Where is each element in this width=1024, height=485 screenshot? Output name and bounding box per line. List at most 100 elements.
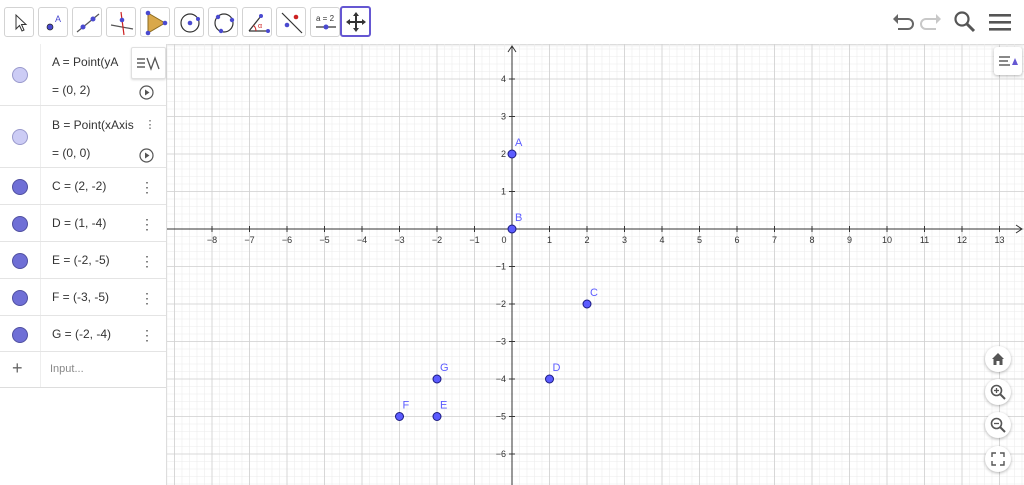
x-tick-label: 1 bbox=[547, 235, 552, 245]
undo-button[interactable] bbox=[889, 8, 917, 36]
point-label-B: B bbox=[515, 212, 522, 224]
point-A bbox=[507, 149, 517, 159]
x-tick-label: 5 bbox=[697, 235, 702, 245]
search-button[interactable] bbox=[951, 8, 979, 36]
x-tick-label: 11 bbox=[920, 235, 929, 245]
zoom-out-icon bbox=[990, 417, 1006, 433]
definition-text: B = Point(xAxis bbox=[52, 118, 134, 132]
more-options-icon[interactable]: ⋮ bbox=[140, 328, 154, 342]
redo-button[interactable] bbox=[917, 8, 945, 36]
algebra-item-E[interactable]: E = (-2, -5) ⋮ bbox=[0, 242, 166, 279]
plus-icon: + bbox=[12, 358, 23, 378]
value-text: = (0, 0) bbox=[52, 146, 91, 160]
algebra-style-bar-button[interactable] bbox=[131, 47, 166, 79]
algebra-item-D[interactable]: D = (1, -4) ⋮ bbox=[0, 205, 166, 242]
y-tick-label: −2 bbox=[496, 299, 506, 309]
x-tick-label: −7 bbox=[244, 235, 254, 245]
hamburger-menu-icon bbox=[989, 14, 1011, 31]
point-label-G: G bbox=[440, 362, 449, 374]
algebra-item-G[interactable]: G = (-2, -4) ⋮ bbox=[0, 316, 166, 352]
more-options-icon[interactable]: ⋮ bbox=[140, 291, 154, 305]
more-options-icon[interactable]: ⋮ bbox=[140, 217, 154, 231]
zoom-out-button[interactable] bbox=[985, 412, 1011, 438]
visibility-marble[interactable] bbox=[12, 253, 28, 269]
algebra-item-F[interactable]: F = (-3, -5) ⋮ bbox=[0, 279, 166, 316]
move-tool[interactable] bbox=[4, 7, 34, 37]
algebra-item-C[interactable]: C = (2, -2) ⋮ bbox=[0, 168, 166, 205]
algebra-item-B[interactable]: B = Point(xAxis = (0, 0) ⋮ bbox=[0, 106, 166, 168]
reflect-about-line-tool[interactable] bbox=[276, 7, 306, 37]
x-tick-label: 0 bbox=[501, 235, 506, 245]
point-D bbox=[545, 374, 554, 384]
circle-center-point-tool[interactable] bbox=[174, 7, 204, 37]
x-tick-label: 12 bbox=[957, 235, 967, 245]
visibility-marble[interactable] bbox=[12, 129, 28, 145]
point-E bbox=[432, 412, 442, 421]
move-arrows-icon bbox=[346, 12, 366, 32]
move-graphics-view-tool[interactable] bbox=[340, 6, 371, 37]
algebra-view: A = Point(yA = (0, 2) B = Point(xAxis = … bbox=[0, 44, 167, 485]
visibility-marble[interactable] bbox=[12, 216, 28, 232]
x-tick-label: 8 bbox=[809, 235, 814, 245]
point-tool[interactable]: A bbox=[38, 7, 68, 37]
angle-tool[interactable]: α bbox=[242, 7, 272, 37]
svg-text:a = 2: a = 2 bbox=[316, 14, 335, 23]
visibility-marble[interactable] bbox=[12, 179, 28, 195]
standard-view-button[interactable] bbox=[985, 346, 1011, 372]
y-tick-label: 4 bbox=[501, 74, 506, 84]
x-tick-label: −6 bbox=[282, 235, 292, 245]
perpendicular-line-tool[interactable] bbox=[106, 7, 136, 37]
sort-description-icon bbox=[137, 56, 160, 71]
perpendicular-line-icon bbox=[110, 11, 134, 36]
definition-text: E = (-2, -5) bbox=[52, 253, 110, 267]
x-tick-label: −5 bbox=[319, 235, 329, 245]
graphics-style-bar-button[interactable] bbox=[994, 47, 1022, 75]
visibility-marble[interactable] bbox=[12, 290, 28, 306]
x-tick-label: −8 bbox=[207, 235, 217, 245]
play-icon[interactable] bbox=[139, 148, 154, 163]
point-F bbox=[395, 412, 404, 421]
definition-text: F = (-3, -5) bbox=[52, 290, 110, 304]
polygon-tool[interactable] bbox=[140, 7, 170, 37]
line-tool[interactable] bbox=[72, 7, 102, 37]
polygon-icon bbox=[145, 10, 168, 36]
more-options-icon[interactable]: ⋮ bbox=[140, 254, 154, 268]
more-options-icon[interactable]: ⋮ bbox=[140, 180, 154, 194]
y-tick-label: −1 bbox=[496, 262, 506, 272]
fullscreen-button[interactable] bbox=[985, 446, 1011, 472]
definition-text: G = (-2, -4) bbox=[52, 327, 112, 341]
definition-text: D = (1, -4) bbox=[52, 216, 107, 230]
x-tick-label: 10 bbox=[882, 235, 892, 245]
fullscreen-icon bbox=[991, 452, 1005, 466]
y-tick-label: 2 bbox=[501, 149, 506, 159]
play-icon[interactable] bbox=[139, 85, 154, 100]
point-label-D: D bbox=[553, 362, 561, 374]
x-tick-label: −3 bbox=[394, 235, 404, 245]
input-field[interactable]: Input... bbox=[50, 363, 84, 375]
point-G bbox=[432, 374, 442, 384]
definition-text: A = Point(yA bbox=[52, 55, 119, 69]
main-menu-button[interactable] bbox=[986, 8, 1014, 36]
definition-text: C = (2, -2) bbox=[52, 179, 107, 193]
circle-three-points-tool[interactable] bbox=[208, 7, 238, 37]
y-tick-label: −3 bbox=[496, 337, 506, 347]
visibility-marble[interactable] bbox=[12, 327, 28, 343]
circle-three-points-icon bbox=[214, 13, 235, 34]
more-options-icon[interactable]: ⋮ bbox=[143, 118, 157, 132]
line-icon bbox=[76, 13, 100, 33]
visibility-marble[interactable] bbox=[12, 67, 28, 83]
slider-icon: a = 2 bbox=[316, 14, 336, 30]
point-label-F: F bbox=[403, 400, 410, 412]
redo-icon bbox=[920, 14, 941, 30]
y-tick-label: −6 bbox=[496, 449, 506, 459]
point-C bbox=[582, 299, 592, 309]
algebra-input-row[interactable]: + Input... bbox=[0, 352, 166, 388]
x-tick-label: −1 bbox=[469, 235, 479, 245]
circle-center-point-icon bbox=[180, 13, 200, 33]
graphics-view[interactable]: −8 −7 −6 −5 −4 −3 −2 −1 0 1 2 3 4 5 6 7 8 9 10 11 12 134321−1… bbox=[167, 44, 1024, 485]
slider-tool[interactable]: a = 2 bbox=[310, 7, 340, 37]
point-icon: A bbox=[46, 14, 61, 31]
toolbar: A α a = 2 bbox=[0, 0, 1024, 45]
zoom-in-button[interactable] bbox=[985, 379, 1011, 405]
y-tick-label: −5 bbox=[496, 412, 506, 422]
